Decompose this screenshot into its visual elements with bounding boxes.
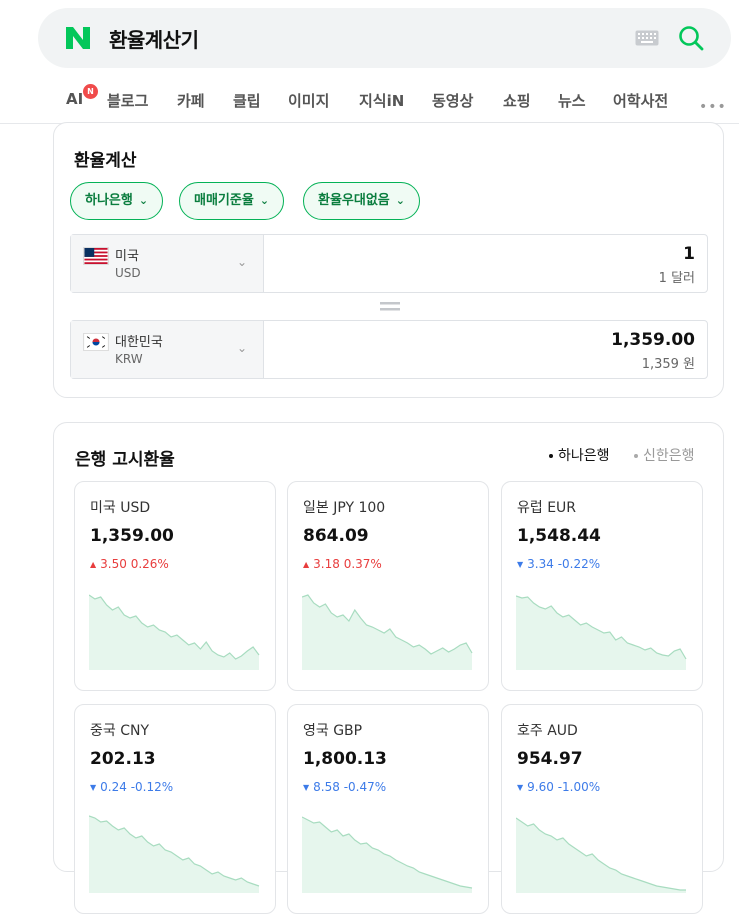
more-icon[interactable]: ••• xyxy=(699,99,727,115)
tab-dictionary[interactable]: 어학사전 xyxy=(613,90,668,111)
search-tabs: AI N 블로그 카페 클립 이미지 지식iN 동영상 쇼핑 뉴스 어학사전 •… xyxy=(0,84,739,124)
triangle-up-icon: ▲ xyxy=(90,560,97,569)
rate-tile-currency: 유럽 EUR xyxy=(517,500,577,516)
search-query-text[interactable]: 환율계산기 xyxy=(109,24,199,53)
bank-select-button[interactable]: 하나은행 ⌄ xyxy=(70,182,164,220)
triangle-down-icon: ▼ xyxy=(517,560,524,569)
bank-option-label: 신한은행 xyxy=(643,448,695,464)
rate-tile-change: ▲ 3.18 0.37% xyxy=(303,557,382,571)
search-icon[interactable] xyxy=(677,24,705,52)
kr-flag-icon xyxy=(83,333,109,351)
rate-tile-change: ▼ 8.58 -0.47% xyxy=(303,780,386,794)
from-currency-code: USD xyxy=(115,266,141,280)
tab-ai[interactable]: AI xyxy=(66,90,83,108)
calculator-title: 환율계산 xyxy=(74,151,137,171)
rate-tile-currency: 일본 JPY 100 xyxy=(303,500,386,516)
triangle-down-icon: ▼ xyxy=(90,783,97,792)
tab-video[interactable]: 동영상 xyxy=(432,90,473,111)
chevron-down-icon: ⌄ xyxy=(237,255,248,269)
rate-tile-change-text: 3.34 -0.22% xyxy=(527,557,601,571)
rate-tile-change-text: 0.24 -0.12% xyxy=(100,780,174,794)
naver-logo-icon[interactable] xyxy=(64,25,92,51)
selected-dot-icon xyxy=(549,454,553,458)
rate-tile-change: ▼ 3.34 -0.22% xyxy=(517,557,600,571)
us-flag-icon xyxy=(83,247,109,265)
tab-news[interactable]: 뉴스 xyxy=(558,90,586,111)
rate-tile-currency: 영국 GBP xyxy=(303,723,363,739)
ai-new-badge: N xyxy=(83,84,98,99)
chevron-down-icon: ⌄ xyxy=(138,194,149,207)
sparkline-chart xyxy=(516,595,687,670)
from-currency-select[interactable]: 미국 USD ⌄ xyxy=(71,235,264,292)
rate-tile[interactable]: 호주 AUD 954.97 ▼ 9.60 -1.00% xyxy=(501,704,703,914)
triangle-down-icon: ▼ xyxy=(303,783,310,792)
bank-option-hana[interactable]: 하나은행 xyxy=(549,445,610,465)
rate-tile[interactable]: 영국 GBP 1,800.13 ▼ 8.58 -0.47% xyxy=(287,704,489,914)
sparkline-chart xyxy=(302,816,473,893)
equals-icon xyxy=(380,302,400,311)
rate-tile-value: 202.13 xyxy=(90,749,156,769)
rate-tile-change-text: 8.58 -0.47% xyxy=(313,780,387,794)
rate-tile[interactable]: 중국 CNY 202.13 ▼ 0.24 -0.12% xyxy=(74,704,276,914)
rate-tile-currency: 미국 USD xyxy=(90,500,151,516)
rate-tile[interactable]: 일본 JPY 100 864.09 ▲ 3.18 0.37% xyxy=(287,481,489,691)
search-bar[interactable]: 환율계산기 xyxy=(38,8,731,68)
to-amount-words: 1,359 원 xyxy=(641,357,695,372)
to-currency-name: 대한민국 xyxy=(115,335,163,350)
bank-rates-title: 은행 고시환율 xyxy=(75,450,175,470)
exchange-calculator-card: 환율계산 하나은행 ⌄ 매매기준율 ⌄ 환율우대없음 ⌄ 미국 USD ⌄ 1 1 달… xyxy=(53,122,724,398)
discount-select-button[interactable]: 환율우대없음 ⌄ xyxy=(303,182,420,220)
chevron-down-icon: ⌄ xyxy=(237,341,248,355)
bank-rates-card: 은행 고시환율 하나은행 신한은행 미국 USD 1,359.00 ▲ 3.50 0.… xyxy=(53,422,724,914)
rate-tile[interactable]: 유럽 EUR 1,548.44 ▼ 3.34 -0.22% xyxy=(501,481,703,691)
chevron-down-icon: ⌄ xyxy=(395,194,405,207)
rate-tile[interactable]: 미국 USD 1,359.00 ▲ 3.50 0.26% xyxy=(74,481,276,691)
to-amount-input[interactable]: 1,359.00 xyxy=(611,330,695,350)
rate-tile-currency: 중국 CNY xyxy=(90,723,150,739)
tab-image[interactable]: 이미지 xyxy=(288,90,329,111)
tab-kin[interactable]: 지식iN xyxy=(359,90,404,111)
rate-tile-value: 864.09 xyxy=(303,526,369,546)
triangle-up-icon: ▲ xyxy=(303,560,310,569)
rate-tile-value: 954.97 xyxy=(517,749,583,769)
from-amount-input[interactable]: 1 xyxy=(683,244,695,264)
tab-blog[interactable]: 블로그 xyxy=(107,90,148,111)
bank-option-label: 하나은행 xyxy=(558,448,610,464)
from-amount-words: 1 달러 xyxy=(658,271,695,286)
tab-cafe[interactable]: 카페 xyxy=(177,90,205,111)
tab-shopping[interactable]: 쇼핑 xyxy=(503,90,531,111)
unselected-dot-icon xyxy=(634,454,638,458)
sparkline-area xyxy=(89,595,259,670)
chevron-down-icon: ⌄ xyxy=(259,194,270,207)
sparkline-chart xyxy=(89,815,260,893)
discount-label: 환율우대없음 xyxy=(318,193,390,208)
rate-tile-change: ▲ 3.50 0.26% xyxy=(90,557,169,571)
rate-tile-change: ▼ 0.24 -0.12% xyxy=(90,780,173,794)
rate-tile-value: 1,548.44 xyxy=(517,526,601,546)
from-currency-row: 미국 USD ⌄ 1 1 달러 xyxy=(70,234,708,293)
tab-ai-label: AI xyxy=(66,90,84,108)
rate-tile-change-text: 3.18 0.37% xyxy=(313,557,382,571)
sparkline-chart xyxy=(302,594,473,670)
rate-type-label: 매매기준율 xyxy=(194,193,254,208)
rate-tile-change-text: 9.60 -1.00% xyxy=(527,780,601,794)
rate-tile-currency: 호주 AUD xyxy=(517,723,578,739)
rate-tile-change-text: 3.50 0.26% xyxy=(100,557,169,571)
rate-tile-change: ▼ 9.60 -1.00% xyxy=(517,780,600,794)
keyboard-icon[interactable] xyxy=(635,30,659,46)
bank-select-label: 하나은행 xyxy=(85,193,133,208)
to-currency-code: KRW xyxy=(115,352,143,366)
to-currency-row: 대한민국 KRW ⌄ 1,359.00 1,359 원 xyxy=(70,320,708,379)
sparkline-area xyxy=(516,818,686,893)
tab-clip[interactable]: 클립 xyxy=(233,90,261,111)
triangle-down-icon: ▼ xyxy=(517,783,524,792)
rate-tile-value: 1,359.00 xyxy=(90,526,174,546)
sparkline-chart xyxy=(516,817,686,893)
rate-type-select-button[interactable]: 매매기준율 ⌄ xyxy=(179,182,285,220)
from-currency-name: 미국 xyxy=(115,249,139,264)
rate-tile-value: 1,800.13 xyxy=(303,749,387,769)
to-currency-select[interactable]: 대한민국 KRW ⌄ xyxy=(71,321,264,378)
bank-option-shinhan[interactable]: 신한은행 xyxy=(634,445,695,465)
sparkline-chart xyxy=(89,594,260,670)
